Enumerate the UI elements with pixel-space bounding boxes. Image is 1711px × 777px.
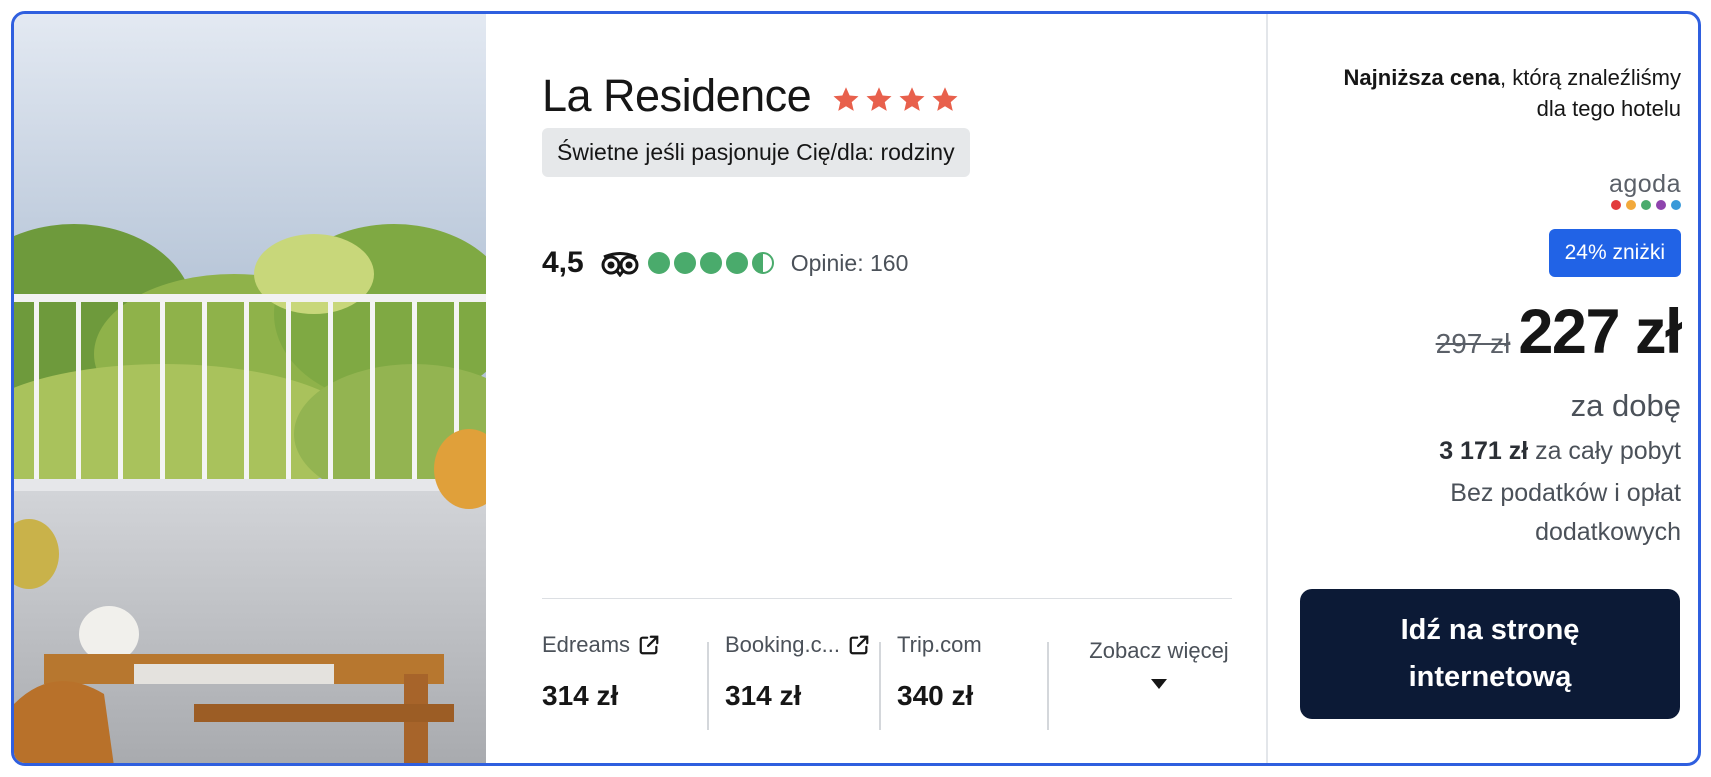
agoda-logo-text: agoda xyxy=(1608,170,1681,198)
provider-name: Booking.c... xyxy=(725,632,840,657)
provider-prices: Edreams 314 zł Booking.c... 314 zł Trip.… xyxy=(542,630,1242,730)
rating-bubbles xyxy=(647,252,774,274)
hotel-star-rating xyxy=(831,85,960,115)
provider-divider xyxy=(879,642,881,730)
rating-score: 4,5 xyxy=(542,246,584,279)
provider-offer-booking[interactable]: Booking.c... 314 zł xyxy=(725,630,870,712)
reviews-count[interactable]: Opinie: 160 xyxy=(791,250,909,277)
star-icon xyxy=(833,87,859,111)
external-link-icon xyxy=(639,635,659,655)
provider-name: Edreams xyxy=(542,632,631,657)
agoda-logo-dots xyxy=(1591,200,1681,210)
provider-price: 340 zł xyxy=(897,680,974,711)
caret-down-icon xyxy=(1151,679,1167,689)
total-price: 3 171 zł za cały pobyt xyxy=(1439,437,1681,466)
hotel-photo[interactable] xyxy=(14,14,486,763)
price-row: 297 zł 227 zł xyxy=(1435,296,1683,368)
provider-divider xyxy=(1047,642,1049,730)
provider-price: 314 zł xyxy=(542,680,619,711)
star-icon xyxy=(932,87,958,111)
hotel-info: La Residence Świetne jeśli pasjonuje Cię… xyxy=(486,14,1266,763)
rating-bubble-half xyxy=(751,252,774,274)
taxes-note: Bez podatków i opłat dodatkowych xyxy=(1450,479,1681,546)
discount-badge: 24% zniżki xyxy=(1548,229,1681,277)
hotel-photo-image xyxy=(14,14,486,763)
traveler-type-chip: Świetne jeśli pasjonuje Cię/dla: rodziny xyxy=(542,128,970,177)
provider-logo: agoda xyxy=(1591,172,1681,210)
visit-website-button[interactable]: Idź na stronę internetową xyxy=(1300,589,1680,719)
provider-name-row: Trip.com xyxy=(897,630,982,660)
old-price: 297 zł xyxy=(1435,328,1511,359)
provider-divider xyxy=(707,642,709,730)
lowest-price-rest: , którą znaleźliśmy dla tego hotelu xyxy=(1500,65,1681,121)
total-suffix: za cały pobyt xyxy=(1528,437,1681,465)
lowest-price-note: Najniższa cena, którą znaleźliśmy dla te… xyxy=(1321,62,1681,124)
see-more-button[interactable]: Zobacz więcej xyxy=(1079,638,1239,689)
provider-name: Trip.com xyxy=(897,632,982,657)
hotel-name-text[interactable]: La Residence xyxy=(542,70,812,122)
provider-name-row: Edreams xyxy=(542,630,660,660)
star-icon xyxy=(866,87,892,111)
rating-bubble-full xyxy=(647,252,670,274)
star-icon xyxy=(899,87,925,111)
hotel-name[interactable]: La Residence xyxy=(542,70,960,122)
provider-offer-trip[interactable]: Trip.com 340 zł xyxy=(897,630,982,712)
provider-name-row: Booking.c... xyxy=(725,630,870,660)
lowest-price-bold: Najniższa cena xyxy=(1343,65,1501,90)
current-price: 227 zł xyxy=(1518,297,1682,367)
per-night-label: za dobę xyxy=(1570,388,1681,423)
tripadvisor-rating[interactable]: 4,5 Opinie: 160 xyxy=(542,246,908,280)
rating-bubble-full xyxy=(725,252,748,274)
deal-panel: Najniższa cena, którą znaleźliśmy dla te… xyxy=(1266,14,1698,763)
divider xyxy=(542,598,1232,599)
tripadvisor-owl-icon xyxy=(601,252,639,277)
external-link-icon xyxy=(849,635,869,655)
provider-offer-edreams[interactable]: Edreams 314 zł xyxy=(542,630,660,712)
visit-website-label: Idź na stronę internetową xyxy=(1400,614,1580,693)
see-more-label: Zobacz więcej xyxy=(1089,638,1229,663)
rating-bubble-full xyxy=(699,252,722,274)
hotel-card[interactable]: La Residence Świetne jeśli pasjonuje Cię… xyxy=(11,11,1701,766)
total-amount: 3 171 zł xyxy=(1439,437,1529,465)
provider-price: 314 zł xyxy=(725,680,802,711)
rating-bubble-full xyxy=(673,252,696,274)
